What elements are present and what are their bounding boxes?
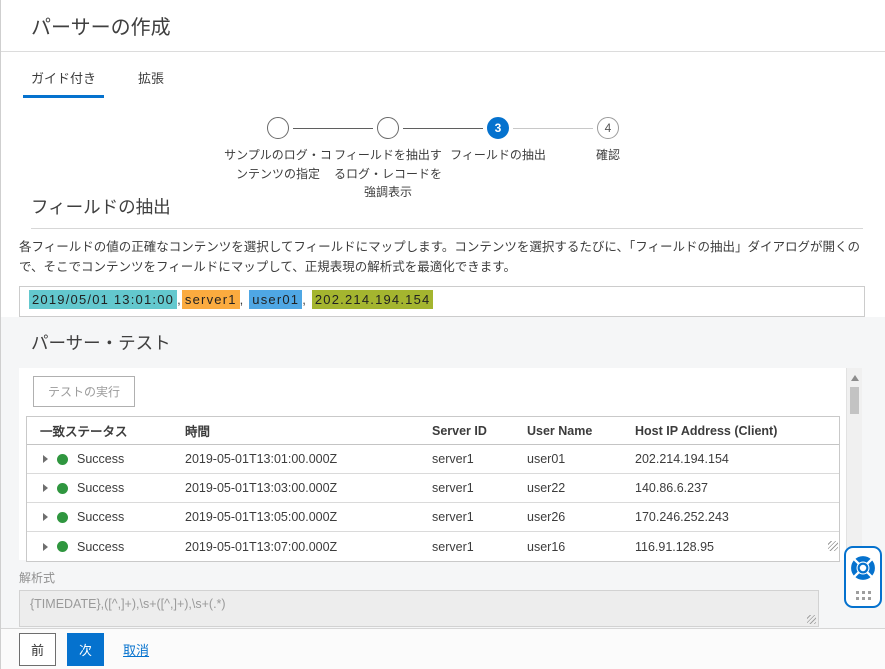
table-row: Success 2019-05-01T13:07:00.000Z server1… <box>27 532 839 561</box>
life-ring-icon <box>850 555 876 586</box>
table-resize-handle[interactable] <box>828 541 838 551</box>
cell-user: user22 <box>527 481 635 495</box>
success-status-icon <box>57 512 68 523</box>
cell-ip: 170.246.252.243 <box>635 510 839 524</box>
extraction-description: 各フィールドの値の正確なコンテンツを選択してフィールドにマップします。コンテンツ… <box>19 237 869 277</box>
extraction-heading: フィールドの抽出 <box>31 194 885 219</box>
col-header-time: 時間 <box>185 421 432 440</box>
status-text: Success <box>77 510 124 524</box>
step-4-label: 確認 <box>550 146 666 165</box>
next-button[interactable]: 次 <box>67 633 104 666</box>
create-parser-dialog: パーサーの作成 ガイド付き 拡張 サンプルのログ・コンテンツの指定 フィールドを… <box>0 0 885 669</box>
step-1-circle[interactable] <box>267 117 289 139</box>
dialog-footer: 前 次 取消 <box>1 628 885 669</box>
test-results-panel: テストの実行 一致ステータス 時間 Server ID User Name Ho… <box>19 368 862 560</box>
table-row: Success 2019-05-01T13:01:00.000Z server1… <box>27 445 839 474</box>
cell-ip: 140.86.6.237 <box>635 481 839 495</box>
run-test-button[interactable]: テストの実行 <box>33 376 135 407</box>
success-status-icon <box>57 541 68 552</box>
parser-test-section: パーサー・テスト テストの実行 一致ステータス 時間 Server ID Use… <box>1 317 885 652</box>
dialog-header: パーサーの作成 <box>1 0 885 52</box>
table-row: Success 2019-05-01T13:05:00.000Z server1… <box>27 503 839 532</box>
log-segment-server[interactable]: server1 <box>182 290 240 309</box>
expand-row-icon[interactable] <box>43 513 48 521</box>
panel-scrollbar[interactable] <box>846 368 862 560</box>
step-3: 3 フィールドの抽出 <box>440 117 556 165</box>
table-header-row: 一致ステータス 時間 Server ID User Name Host IP A… <box>27 417 839 445</box>
cell-server: server1 <box>432 481 527 495</box>
status-text: Success <box>77 452 124 466</box>
log-segment-time[interactable]: 2019/05/01 13:01:00 <box>29 290 177 309</box>
cell-user: user26 <box>527 510 635 524</box>
status-text: Success <box>77 540 124 554</box>
extraction-divider <box>31 228 863 229</box>
log-segment-ip[interactable]: 202.214.194.154 <box>312 290 434 309</box>
parser-test-heading: パーサー・テスト <box>31 317 885 355</box>
tab-advanced[interactable]: 拡張 <box>130 68 172 98</box>
parse-expression-field[interactable]: {TIMEDATE},([^,]+),\s+([^,]+),\s+(.*) <box>19 590 819 627</box>
step-4-number: 4 <box>605 121 612 135</box>
cell-server: server1 <box>432 510 527 524</box>
cell-time: 2019-05-01T13:07:00.000Z <box>185 540 432 554</box>
cell-user: user16 <box>527 540 635 554</box>
scroll-up-icon[interactable] <box>851 375 859 381</box>
scrollbar-thumb[interactable] <box>850 387 859 414</box>
textarea-resize-handle[interactable] <box>807 615 816 624</box>
tab-bar: ガイド付き 拡張 <box>23 68 885 98</box>
cell-server: server1 <box>432 452 527 466</box>
progress-stepper: サンプルのログ・コンテンツの指定 フィールドを抽出するログ・レコードを強調表示 … <box>1 108 885 192</box>
log-separator: , <box>302 292 312 307</box>
test-results-table: 一致ステータス 時間 Server ID User Name Host IP A… <box>26 416 840 562</box>
col-header-server: Server ID <box>432 424 527 438</box>
step-3-circle[interactable]: 3 <box>487 117 509 139</box>
previous-button[interactable]: 前 <box>19 633 56 666</box>
cancel-link[interactable]: 取消 <box>123 640 149 659</box>
page-title: パーサーの作成 <box>31 11 885 40</box>
cell-time: 2019-05-01T13:05:00.000Z <box>185 510 432 524</box>
help-widget[interactable] <box>844 546 882 608</box>
cell-time: 2019-05-01T13:01:00.000Z <box>185 452 432 466</box>
step-3-label: フィールドの抽出 <box>440 146 556 165</box>
cell-ip: 202.214.194.154 <box>635 452 839 466</box>
success-status-icon <box>57 483 68 494</box>
step-1: サンプルのログ・コンテンツの指定 <box>220 117 336 183</box>
step-2: フィールドを抽出するログ・レコードを強調表示 <box>330 117 446 202</box>
col-header-status: 一致ステータス <box>27 421 185 440</box>
tab-guided[interactable]: ガイド付き <box>23 68 104 98</box>
log-sample-box: 2019/05/01 13:01:00,server1, user01, 202… <box>19 286 865 317</box>
step-3-number: 3 <box>495 121 502 135</box>
parse-expression-label: 解析式 <box>19 569 885 586</box>
expand-row-icon[interactable] <box>43 455 48 463</box>
log-separator: , <box>240 292 250 307</box>
cell-server: server1 <box>432 540 527 554</box>
cell-ip: 116.91.128.95 <box>635 540 839 554</box>
col-header-user: User Name <box>527 424 635 438</box>
step-1-label: サンプルのログ・コンテンツの指定 <box>220 146 336 183</box>
expand-row-icon[interactable] <box>43 543 48 551</box>
parse-expression-value: {TIMEDATE},([^,]+),\s+([^,]+),\s+(.*) <box>30 597 226 611</box>
step-2-label: フィールドを抽出するログ・レコードを強調表示 <box>330 146 446 202</box>
cell-user: user01 <box>527 452 635 466</box>
col-header-ip: Host IP Address (Client) <box>635 424 839 438</box>
step-2-circle[interactable] <box>377 117 399 139</box>
status-text: Success <box>77 481 124 495</box>
step-4: 4 確認 <box>550 117 666 165</box>
cell-time: 2019-05-01T13:03:00.000Z <box>185 481 432 495</box>
success-status-icon <box>57 454 68 465</box>
log-segment-user[interactable]: user01 <box>249 290 302 309</box>
table-row: Success 2019-05-01T13:03:00.000Z server1… <box>27 474 839 503</box>
expand-row-icon[interactable] <box>43 484 48 492</box>
drag-handle-dots-icon[interactable] <box>856 591 871 600</box>
step-4-circle[interactable]: 4 <box>597 117 619 139</box>
